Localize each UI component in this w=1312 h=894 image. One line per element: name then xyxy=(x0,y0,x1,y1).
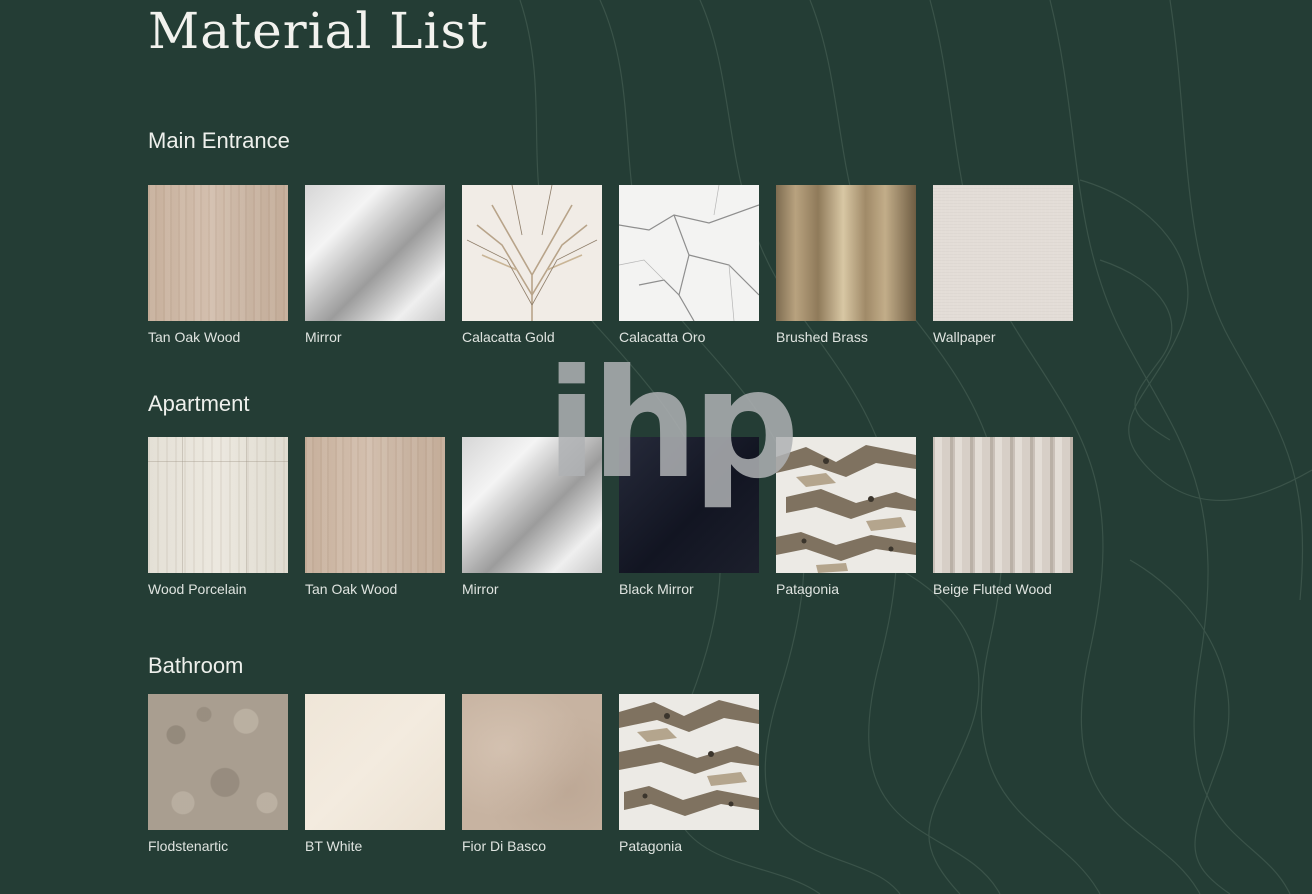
tan-oak-wood-swatch xyxy=(305,437,445,573)
page-title: Material List xyxy=(148,2,489,60)
material-label: Mirror xyxy=(462,581,499,597)
material-card: Tan Oak Wood xyxy=(148,185,288,345)
material-grid-main-entrance: Tan Oak Wood Mirror Calacatta Gold Calac… xyxy=(148,185,1073,345)
material-label: Wood Porcelain xyxy=(148,581,247,597)
material-card: Mirror xyxy=(462,437,602,597)
material-label: Black Mirror xyxy=(619,581,694,597)
material-grid-bathroom: Flodstenartic BT White Fior Di Basco Pat… xyxy=(148,694,759,854)
brushed-brass-swatch xyxy=(776,185,916,321)
mirror-swatch xyxy=(462,437,602,573)
beige-fluted-wood-swatch xyxy=(933,437,1073,573)
material-card: Patagonia xyxy=(619,694,759,854)
wallpaper-swatch xyxy=(933,185,1073,321)
material-card: Beige Fluted Wood xyxy=(933,437,1073,597)
material-card: Tan Oak Wood xyxy=(305,437,445,597)
section-title-bathroom: Bathroom xyxy=(148,653,244,678)
section-title-main-entrance: Main Entrance xyxy=(148,128,290,153)
tan-oak-wood-swatch xyxy=(148,185,288,321)
flodstenartic-swatch xyxy=(148,694,288,830)
material-card: Calacatta Oro xyxy=(619,185,759,345)
black-mirror-swatch xyxy=(619,437,759,573)
material-label: Patagonia xyxy=(776,581,840,597)
material-label: Fior Di Basco xyxy=(462,838,547,854)
material-label: Flodstenartic xyxy=(148,838,229,854)
bt-white-swatch xyxy=(305,694,445,830)
material-label: Patagonia xyxy=(619,838,683,854)
material-label: Calacatta Gold xyxy=(462,329,555,345)
patagonia-swatch xyxy=(619,694,759,830)
calacatta-oro-swatch xyxy=(619,185,759,321)
patagonia-swatch xyxy=(776,437,916,573)
fior-di-basco-swatch xyxy=(462,694,602,830)
mirror-swatch xyxy=(305,185,445,321)
material-label: BT White xyxy=(305,838,363,854)
material-card: Fior Di Basco xyxy=(462,694,602,854)
material-label: Mirror xyxy=(305,329,342,345)
material-grid-apartment: Wood Porcelain Tan Oak Wood Mirror Black… xyxy=(148,437,1073,597)
material-card: Black Mirror xyxy=(619,437,759,597)
section-title-apartment: Apartment xyxy=(148,391,250,416)
wood-porcelain-swatch xyxy=(148,437,288,573)
material-card: Patagonia xyxy=(776,437,916,597)
material-card: Calacatta Gold xyxy=(462,185,602,345)
calacatta-gold-swatch xyxy=(462,185,602,321)
material-card: Flodstenartic xyxy=(148,694,288,854)
material-card: Brushed Brass xyxy=(776,185,916,345)
material-label: Calacatta Oro xyxy=(619,329,706,345)
material-label: Tan Oak Wood xyxy=(305,581,398,597)
material-card: Mirror xyxy=(305,185,445,345)
material-label: Wallpaper xyxy=(933,329,996,345)
material-card: Wallpaper xyxy=(933,185,1073,345)
material-label: Beige Fluted Wood xyxy=(933,581,1052,597)
material-label: Tan Oak Wood xyxy=(148,329,241,345)
material-card: BT White xyxy=(305,694,445,854)
material-label: Brushed Brass xyxy=(776,329,868,345)
material-card: Wood Porcelain xyxy=(148,437,288,597)
